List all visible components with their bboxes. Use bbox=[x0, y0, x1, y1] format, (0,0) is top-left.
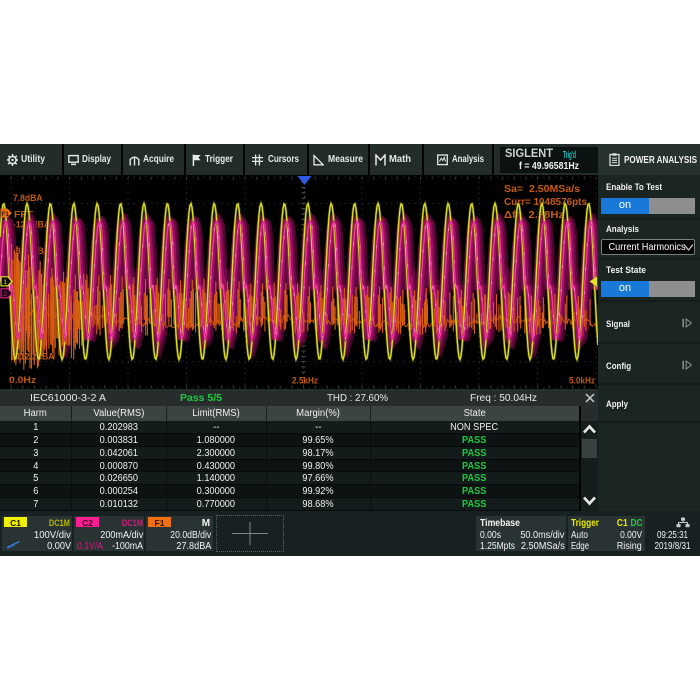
svg-text:0.0Hz: 0.0Hz bbox=[9, 375, 36, 386]
svg-text:Sa= 2.50MSa/s: Sa= 2.50MSa/s bbox=[504, 183, 580, 195]
svg-text:1: 1 bbox=[3, 279, 7, 286]
svg-text:2.5kHz: 2.5kHz bbox=[292, 376, 318, 387]
svg-text:5.0kHz: 5.0kHz bbox=[569, 376, 595, 387]
svg-text:Δf= 2.38Hz: Δf= 2.38Hz bbox=[504, 209, 564, 221]
svg-text:2: 2 bbox=[3, 291, 7, 298]
svg-text:F1: F1 bbox=[2, 211, 10, 218]
